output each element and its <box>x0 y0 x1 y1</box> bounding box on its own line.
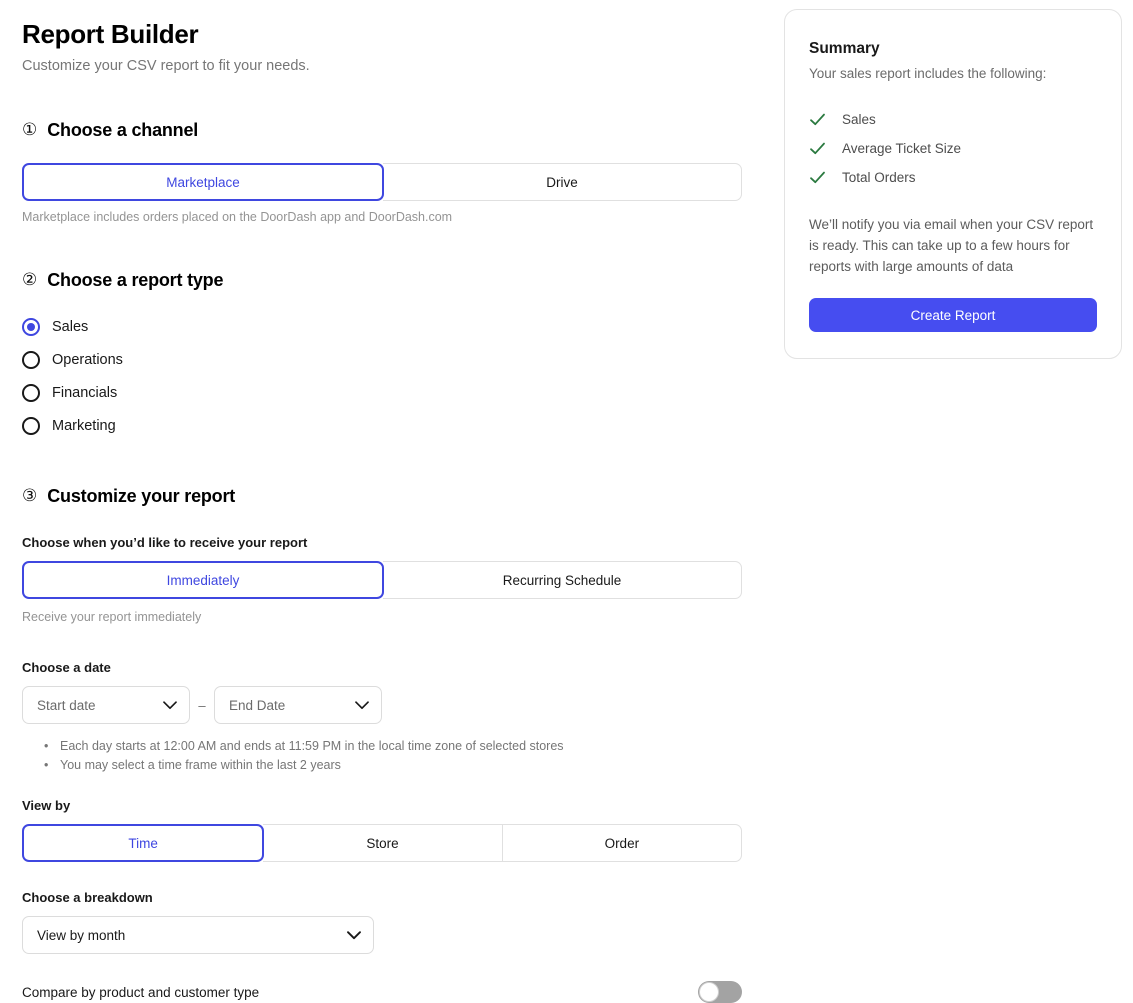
view-by-option-order[interactable]: Order <box>502 824 742 862</box>
summary-item-label: Total Orders <box>842 170 916 185</box>
delivery-option-immediately[interactable]: Immediately <box>22 561 384 599</box>
radio-icon <box>22 416 40 435</box>
summary-card: Summary Your sales report includes the f… <box>784 9 1122 359</box>
summary-item: Average Ticket Size <box>809 134 1097 163</box>
check-icon <box>810 171 825 184</box>
toggle-knob <box>699 982 719 1002</box>
step-2-heading: ② Choose a report type <box>22 270 762 291</box>
step-3-heading: ③ Customize your report <box>22 486 762 507</box>
channel-help-text: Marketplace includes orders placed on th… <box>22 210 453 224</box>
breakdown-value: View by month <box>37 927 126 943</box>
check-icon <box>810 142 825 155</box>
date-note-item: Each day starts at 12:00 AM and ends at … <box>22 737 762 756</box>
report-type-option-sales-label: Sales <box>52 318 89 335</box>
compare-toggle-label: Compare by product and customer type <box>22 984 260 1000</box>
channel-option-marketplace[interactable]: Marketplace <box>22 163 384 201</box>
report-type-radio-group: Sales Operations Financials Marketing <box>22 310 762 442</box>
delivery-option-immediately-label: Immediately <box>166 572 240 588</box>
report-builder-page: Report Builder Customize your CSV report… <box>0 0 1133 1003</box>
date-note-item: You may select a time frame within the l… <box>22 756 762 775</box>
delivery-option-recurring-schedule[interactable]: Recurring Schedule <box>383 561 742 599</box>
chevron-down-icon <box>355 700 369 709</box>
delivery-timing-segmented-control: Immediately Recurring Schedule <box>22 561 742 599</box>
channel-option-drive-label: Drive <box>546 174 578 190</box>
channel-segmented-control: Marketplace Drive <box>22 163 742 201</box>
radio-icon-selected <box>22 317 40 336</box>
step-2-title: Choose a report type <box>47 270 224 290</box>
end-date-select[interactable]: End Date <box>214 686 382 724</box>
date-range-picker: Start date – End Date <box>22 686 762 724</box>
report-type-option-sales[interactable]: Sales <box>22 310 762 343</box>
create-report-button[interactable]: Create Report <box>809 298 1097 332</box>
view-by-option-time[interactable]: Time <box>22 824 265 862</box>
report-type-option-operations[interactable]: Operations <box>22 343 762 376</box>
report-type-option-operations-label: Operations <box>52 351 123 368</box>
report-type-option-marketing-label: Marketing <box>52 417 116 434</box>
chevron-down-icon <box>347 930 361 939</box>
breakdown-label: Choose a breakdown <box>22 890 153 905</box>
view-by-option-order-label: Order <box>604 835 640 851</box>
date-label: Choose a date <box>22 660 111 675</box>
date-range-separator: – <box>198 697 206 713</box>
page-subtitle: Customize your CSV report to fit your ne… <box>22 58 310 74</box>
view-by-segmented-control: Time Store Order <box>22 824 742 862</box>
summary-note: We’ll notify you via email when your CSV… <box>809 217 1094 274</box>
compare-toggle[interactable] <box>698 981 742 1003</box>
step-1-number-icon: ① <box>22 120 38 140</box>
breakdown-select[interactable]: View by month <box>22 916 374 954</box>
summary-panel: Summary Your sales report includes the f… <box>784 9 1122 359</box>
summary-item: Total Orders <box>809 163 1097 192</box>
summary-title: Summary <box>809 40 880 57</box>
report-type-option-financials[interactable]: Financials <box>22 376 762 409</box>
delivery-timing-label: Choose when you’d like to receive your r… <box>22 535 308 550</box>
step-1-title: Choose a channel <box>47 120 199 140</box>
compare-toggle-row: Compare by product and customer type <box>22 981 742 1003</box>
summary-item-label: Sales <box>842 112 876 127</box>
view-by-option-time-label: Time <box>128 835 158 851</box>
report-type-option-financials-label: Financials <box>52 384 118 401</box>
step-3-title: Customize your report <box>47 486 236 506</box>
delivery-help-text: Receive your report immediately <box>22 610 202 624</box>
report-type-option-marketing[interactable]: Marketing <box>22 409 762 442</box>
view-by-option-store[interactable]: Store <box>263 824 503 862</box>
chevron-down-icon <box>163 700 177 709</box>
summary-item: Sales <box>809 105 1097 134</box>
check-icon <box>810 113 825 126</box>
view-by-label: View by <box>22 798 71 813</box>
start-date-value: Start date <box>37 697 96 713</box>
channel-option-drive[interactable]: Drive <box>383 163 742 201</box>
end-date-value: End Date <box>229 697 286 713</box>
summary-items-list: Sales Average Ticket Size Total Orders <box>809 83 1097 192</box>
page-title: Report Builder <box>22 19 199 49</box>
view-by-option-store-label: Store <box>366 835 399 851</box>
start-date-select[interactable]: Start date <box>22 686 190 724</box>
step-1-heading: ① Choose a channel <box>22 120 762 141</box>
step-2-number-icon: ② <box>22 270 38 290</box>
channel-option-marketplace-label: Marketplace <box>166 174 240 190</box>
date-notes-list: Each day starts at 12:00 AM and ends at … <box>22 737 762 775</box>
radio-icon <box>22 350 40 369</box>
summary-item-label: Average Ticket Size <box>842 141 962 156</box>
radio-icon <box>22 383 40 402</box>
main-content: Report Builder Customize your CSV report… <box>22 0 762 1003</box>
summary-subtitle: Your sales report includes the following… <box>809 66 1047 81</box>
delivery-option-recurring-schedule-label: Recurring Schedule <box>502 572 622 588</box>
step-3-number-icon: ③ <box>22 486 38 506</box>
